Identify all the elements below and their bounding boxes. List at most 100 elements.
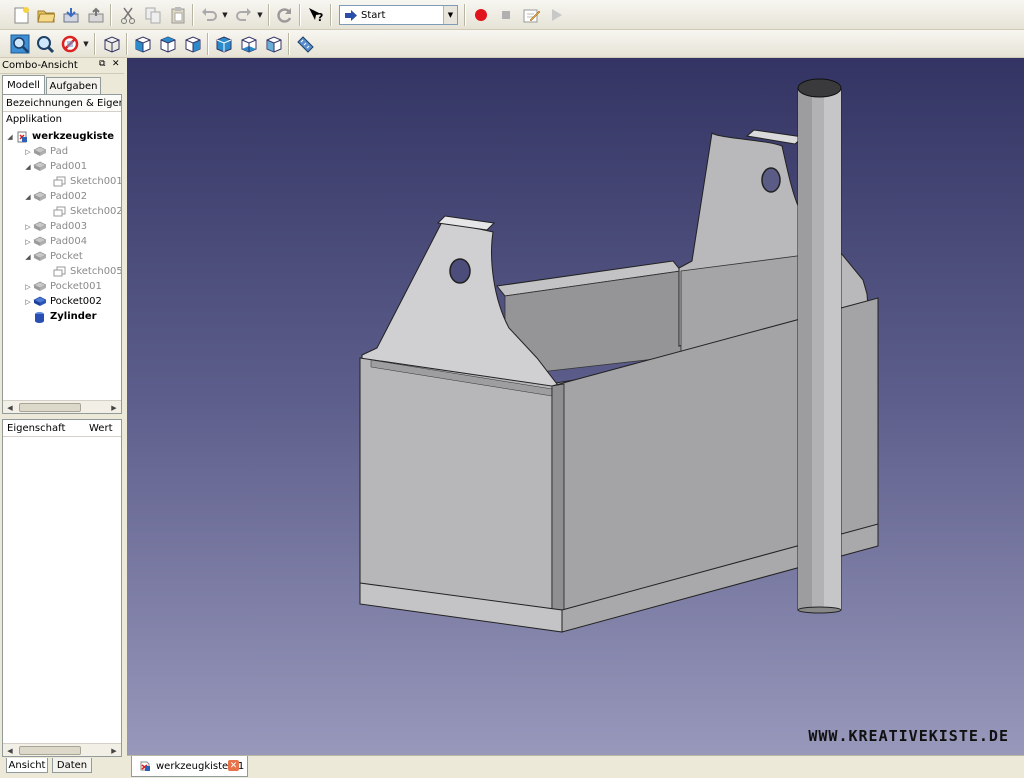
draw-style-dropdown-arrow[interactable]: ▼: [82, 33, 90, 55]
cylinder-icon: [33, 311, 46, 323]
tree-item[interactable]: ▷ Pad: [23, 144, 68, 159]
document-tab-bar: werkzeugkiste : 1 ✕: [127, 755, 1024, 778]
redo-dropdown-arrow[interactable]: ▼: [256, 4, 264, 26]
watermark-text: WWW.KREATIVEKISTE.DE: [808, 727, 1009, 745]
float-panel-icon[interactable]: ⧉: [99, 59, 105, 69]
fit-selection-icon[interactable]: [34, 33, 56, 55]
scroll-left-arrow-icon[interactable]: ◀: [3, 744, 17, 756]
redo-icon[interactable]: [233, 4, 255, 26]
toolbar-separator: [192, 4, 194, 26]
tree-item[interactable]: ▷ Pocket001: [23, 279, 102, 294]
measure-distance-icon[interactable]: [294, 33, 316, 55]
open-folder-icon[interactable]: [35, 4, 57, 26]
tree-item[interactable]: ◢ Pocket: [23, 249, 83, 264]
collapse-arrow-icon[interactable]: ◢: [23, 163, 33, 171]
run-macro-icon[interactable]: [545, 4, 567, 26]
expand-arrow-icon[interactable]: ▷: [23, 298, 33, 306]
tree-column-header[interactable]: Bezeichnungen & Eigensc: [3, 95, 121, 112]
tree-item-label: Sketch005: [70, 266, 122, 277]
toolbar-separator: [464, 4, 466, 26]
tree-item-document[interactable]: ◢ werkzeugkiste: [5, 129, 114, 144]
cylinder-highlight: [824, 88, 841, 610]
main-toolbar: ▼ ▼ ? Start ▼: [0, 0, 1024, 30]
sketch-icon: [53, 266, 66, 277]
view-bottom-icon[interactable]: [238, 33, 260, 55]
toolbar-separator: [94, 33, 96, 55]
view-left-icon[interactable]: [263, 33, 285, 55]
tab-daten[interactable]: Daten: [52, 758, 92, 773]
record-macro-icon[interactable]: [470, 4, 492, 26]
scrollbar-thumb[interactable]: [19, 746, 81, 755]
export-icon[interactable]: [85, 4, 107, 26]
property-horizontal-scrollbar[interactable]: ◀ ▶: [3, 743, 121, 756]
tree-item[interactable]: ▷ Pad004: [23, 234, 87, 249]
tree-item[interactable]: ◢ Pad002: [23, 189, 87, 204]
whats-this-icon[interactable]: ?: [305, 4, 327, 26]
tab-ansicht[interactable]: Ansicht: [6, 758, 48, 773]
3d-viewport[interactable]: WWW.KREATIVEKISTE.DE: [127, 58, 1024, 755]
expand-arrow-icon[interactable]: ▷: [23, 148, 33, 156]
expand-arrow-icon[interactable]: ▷: [23, 283, 33, 291]
scrollbar-thumb[interactable]: [19, 403, 81, 412]
fit-all-icon[interactable]: [9, 33, 31, 55]
toolbar-separator: [207, 33, 209, 55]
chevron-down-icon[interactable]: ▼: [443, 6, 457, 24]
front-handle-hole: [449, 258, 471, 284]
draw-style-icon[interactable]: [59, 33, 81, 55]
expand-arrow-icon[interactable]: ▷: [23, 238, 33, 246]
combo-view-panel: Combo-Ansicht ⧉ ✕ Modell Aufgaben Bezeic…: [0, 58, 124, 778]
svg-text:?: ?: [317, 11, 323, 24]
view-right-icon[interactable]: [182, 33, 204, 55]
save-icon[interactable]: [60, 4, 82, 26]
tree-item-label: Pad001: [50, 161, 88, 172]
tab-aufgaben[interactable]: Aufgaben: [46, 77, 101, 94]
value-column-header[interactable]: Wert: [89, 423, 113, 434]
cylinder-top: [797, 78, 842, 98]
view-isometric-icon[interactable]: [101, 33, 123, 55]
new-document-icon[interactable]: [10, 4, 32, 26]
view-rear-icon[interactable]: [213, 33, 235, 55]
stop-macro-icon[interactable]: [495, 4, 517, 26]
close-icon[interactable]: ✕: [112, 59, 120, 69]
tree-item[interactable]: ▷ Pocket002: [23, 294, 102, 309]
document-tab[interactable]: werkzeugkiste : 1 ✕: [131, 756, 248, 777]
tree-item[interactable]: Zylinder: [23, 309, 97, 324]
scroll-right-arrow-icon[interactable]: ▶: [107, 744, 121, 756]
property-column-header[interactable]: Eigenschaft: [7, 423, 65, 434]
view-front-icon[interactable]: [132, 33, 154, 55]
toolbar-separator: [330, 4, 332, 26]
feature-icon: [33, 191, 46, 202]
collapse-arrow-icon[interactable]: ◢: [5, 133, 15, 141]
scroll-left-arrow-icon[interactable]: ◀: [3, 401, 17, 413]
undo-dropdown-arrow[interactable]: ▼: [221, 4, 229, 26]
cut-icon[interactable]: [117, 4, 139, 26]
tree-item-label: werkzeugkiste: [32, 131, 115, 142]
macro-select-value: Start: [361, 9, 386, 21]
property-table-header: Eigenschaft Wert: [3, 420, 121, 437]
expand-arrow-icon[interactable]: ▷: [23, 223, 33, 231]
toolbar-separator: [288, 33, 290, 55]
copy-icon[interactable]: [142, 4, 164, 26]
tree-item[interactable]: ◢ Pad001: [23, 159, 87, 174]
tree-item[interactable]: Sketch001: [53, 174, 121, 189]
macro-select[interactable]: Start ▼: [339, 5, 458, 25]
tree-item[interactable]: Sketch002: [53, 204, 121, 219]
view-top-icon[interactable]: [157, 33, 179, 55]
tree-root-label: Applikation: [6, 114, 62, 125]
tab-modell[interactable]: Modell: [2, 75, 45, 94]
tree-item-label: Pad: [50, 146, 69, 157]
undo-icon[interactable]: [198, 4, 220, 26]
tree-horizontal-scrollbar[interactable]: ◀ ▶: [3, 400, 121, 413]
tree-item-label: Zylinder: [50, 311, 97, 322]
combo-tabs: Modell Aufgaben: [0, 74, 124, 94]
collapse-arrow-icon[interactable]: ◢: [23, 193, 33, 201]
tree-item[interactable]: Sketch005: [53, 264, 122, 279]
tree-item[interactable]: ▷ Pad003: [23, 219, 87, 234]
edit-macro-icon[interactable]: [520, 4, 542, 26]
close-icon[interactable]: ✕: [228, 760, 239, 771]
front-panel-edge: [551, 383, 565, 623]
collapse-arrow-icon[interactable]: ◢: [23, 253, 33, 261]
refresh-icon[interactable]: [274, 4, 296, 26]
scroll-right-arrow-icon[interactable]: ▶: [107, 401, 121, 413]
paste-icon[interactable]: [167, 4, 189, 26]
